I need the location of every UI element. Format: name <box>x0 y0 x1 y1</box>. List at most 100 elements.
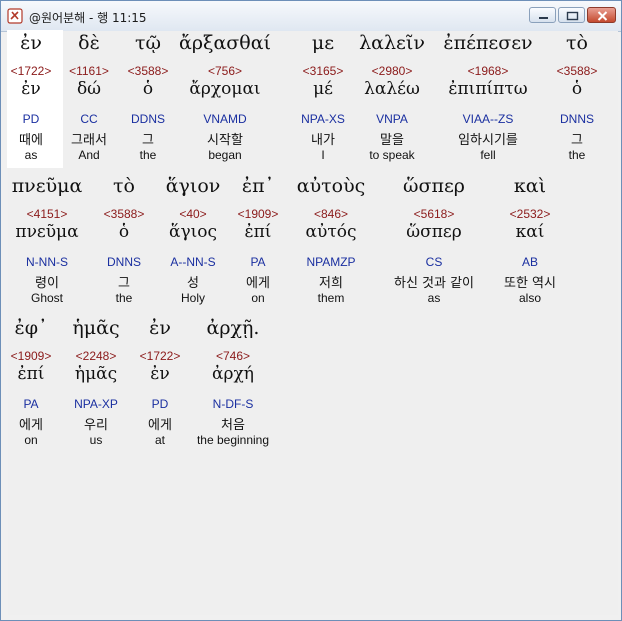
greek-word: τὸ <box>566 32 588 54</box>
maximize-icon <box>566 11 579 21</box>
english-gloss: the <box>115 291 133 305</box>
minimize-button[interactable] <box>529 7 556 23</box>
strong-number[interactable]: <3588> <box>128 64 169 78</box>
parsing-code: N-NN-S <box>26 255 68 269</box>
english-gloss: to speak <box>369 148 415 162</box>
greek-word: αὐτοὺς <box>296 175 366 197</box>
greek-word: με <box>311 32 335 54</box>
parsing-code: DNNS <box>559 112 595 126</box>
korean-gloss: 때에 <box>19 133 43 148</box>
strong-number[interactable]: <2980> <box>372 64 413 78</box>
strong-number[interactable]: <846> <box>314 207 348 221</box>
english-gloss: as <box>427 291 441 305</box>
korean-gloss: 그 <box>142 133 154 148</box>
parsing-code: A--NN-S <box>170 255 216 269</box>
korean-gloss: 에게 <box>19 418 43 433</box>
korean-gloss: 처음 <box>221 418 245 433</box>
korean-gloss: 그 <box>118 276 130 291</box>
strong-number[interactable]: <746> <box>216 349 250 363</box>
korean-gloss: 우리 <box>84 418 108 433</box>
greek-word: ὥσπερ <box>403 175 465 197</box>
strong-number[interactable]: <2532> <box>510 207 551 221</box>
greek-word: ἀρχῇ. <box>206 317 260 339</box>
strong-number[interactable]: <756> <box>208 64 242 78</box>
parsing-code: VNPA <box>376 112 408 126</box>
close-icon <box>597 11 608 21</box>
greek-word: καὶ <box>513 175 547 197</box>
greek-word: πνεῦμα <box>11 175 83 197</box>
strong-number[interactable]: <4151> <box>27 207 68 221</box>
greek-word: ἡμᾶς <box>72 317 120 339</box>
strong-number[interactable]: <5618> <box>414 207 455 221</box>
lemma-word: ἐπιπίπτω <box>448 79 528 99</box>
korean-gloss: 령이 <box>35 276 59 291</box>
lemma-word: ἐν <box>21 79 41 99</box>
english-gloss: us <box>89 433 103 447</box>
strong-number[interactable]: <1722> <box>140 349 181 363</box>
lemma-word: ἐν <box>150 364 170 384</box>
parsing-code: DNNS <box>106 255 142 269</box>
korean-gloss: 그래서 <box>71 133 107 148</box>
greek-word: ἐν <box>149 317 171 339</box>
greek-word: λαλεῖν <box>359 32 425 54</box>
greek-word: δὲ <box>78 32 100 54</box>
english-gloss: at <box>154 433 166 447</box>
greek-word: ἐπέπεσεν <box>443 32 533 54</box>
korean-gloss: 시작할 <box>207 133 243 148</box>
parsing-code: PA <box>23 397 39 411</box>
greek-word: ἐφ᾽ <box>14 317 48 339</box>
parsing-code: PD <box>151 397 169 411</box>
korean-gloss: 그 <box>571 133 583 148</box>
strong-number[interactable]: <3588> <box>557 64 598 78</box>
greek-word: ἐπ᾽ <box>241 175 275 197</box>
english-gloss: I <box>321 148 325 162</box>
english-gloss: them <box>317 291 345 305</box>
strong-number[interactable]: <3165> <box>303 64 344 78</box>
lemma-word: ἄρχομαι <box>189 79 261 99</box>
parsing-code: N-DF-S <box>212 397 254 411</box>
parsing-code: NPA-XS <box>301 112 345 126</box>
english-gloss: fell <box>480 148 496 162</box>
lemma-word: ὁ <box>118 222 130 242</box>
korean-gloss: 성 <box>187 276 199 291</box>
lemma-word: ἀρχή <box>212 364 254 384</box>
korean-gloss: 내가 <box>311 133 335 148</box>
lemma-word: ἐπί <box>17 364 45 384</box>
english-gloss: the beginning <box>196 433 270 447</box>
window-title: @원어분해 - 행 11:15 <box>29 11 147 25</box>
english-gloss: also <box>518 291 542 305</box>
lemma-word: μέ <box>313 79 333 99</box>
parsing-code: AB <box>521 255 539 269</box>
parsing-code: CC <box>80 112 98 126</box>
korean-gloss: 에게 <box>148 418 172 433</box>
minimize-icon <box>539 17 548 19</box>
maximize-button[interactable] <box>558 7 585 23</box>
lemma-word: ἡμᾶς <box>74 364 118 384</box>
greek-word: ἅγιον <box>165 175 221 197</box>
english-gloss: on <box>251 291 265 305</box>
strong-number[interactable]: <1161> <box>69 64 109 78</box>
lemma-word: αὐτός <box>305 222 357 242</box>
strong-number[interactable]: <1968> <box>468 64 509 78</box>
english-gloss: as <box>24 148 38 162</box>
parsing-code: VIAA--ZS <box>462 112 514 126</box>
parsing-code: DDNS <box>130 112 166 126</box>
strong-number[interactable]: <40> <box>179 207 206 221</box>
korean-gloss: 임하시기를 <box>458 133 518 148</box>
strong-number[interactable]: <1909> <box>238 207 279 221</box>
greek-word: τὸ <box>113 175 135 197</box>
lemma-word: λαλέω <box>364 79 420 99</box>
korean-gloss: 또한 역시 <box>504 276 556 291</box>
close-button[interactable] <box>587 7 616 23</box>
strong-number[interactable]: <1909> <box>11 349 52 363</box>
title-bar[interactable]: @원어분해 - 행 11:15 <box>1 1 621 32</box>
parsing-code: CS <box>425 255 443 269</box>
lemma-word: πνεῦμα <box>15 222 79 242</box>
strong-number[interactable]: <3588> <box>104 207 145 221</box>
strong-number[interactable]: <2248> <box>76 349 117 363</box>
english-gloss: And <box>78 148 100 162</box>
lemma-word: ὁ <box>571 79 583 99</box>
strong-number[interactable]: <1722> <box>11 64 52 78</box>
english-gloss: the <box>139 148 157 162</box>
app-icon <box>7 8 23 24</box>
